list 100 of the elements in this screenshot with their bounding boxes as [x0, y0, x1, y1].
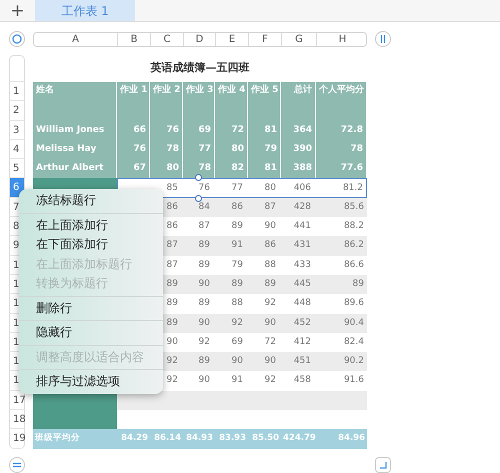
column-header[interactable]: F — [249, 32, 282, 46]
row-number[interactable]: 3 — [9, 120, 25, 140]
table-cell-text: 412 — [292, 336, 312, 349]
row-number[interactable]: 19 — [9, 429, 25, 449]
table-cell: 87 — [248, 198, 281, 218]
table-cell: 428 — [281, 198, 316, 218]
column-header[interactable]: C — [151, 32, 184, 46]
table-cell: 451 — [281, 352, 316, 372]
select-table-icon[interactable] — [9, 31, 25, 47]
column-header[interactable]: A — [34, 32, 118, 46]
table-cell-text: 89 — [166, 297, 179, 310]
table-cell: 90 — [248, 352, 281, 372]
row-number[interactable]: 2 — [9, 101, 25, 121]
table-cell-text: 90 — [264, 220, 277, 234]
table-cell: 个人平均分 — [316, 82, 367, 102]
table-cell: 78 — [316, 140, 367, 160]
add-sheet-button[interactable]: + — [0, 0, 35, 21]
table-cell-text: 92 — [198, 336, 211, 349]
table-cell: 84.29 — [117, 429, 150, 449]
table-cell: 72.8 — [316, 120, 367, 140]
table-cell: 84.96 — [316, 429, 367, 449]
table-cell-text: 448 — [292, 297, 312, 310]
table-cell-text: 89 — [198, 258, 211, 272]
table-cell: 81 — [248, 159, 281, 178]
menu-item[interactable]: 删除行 — [19, 298, 163, 318]
table-cell-text: 90 — [166, 336, 179, 349]
table-cell: 84.93 — [183, 429, 215, 449]
column-header[interactable]: G — [282, 32, 317, 46]
table-cell: 89 — [183, 352, 215, 372]
table-cell: 姓名 — [33, 82, 117, 102]
selection-handle[interactable] — [195, 174, 202, 182]
table-cell: 89 — [316, 274, 367, 294]
table-cell-text: 87 — [198, 220, 211, 234]
table-cell: 作业 3 — [183, 82, 215, 102]
row-number-cell — [9, 55, 25, 82]
table-cell: 431 — [281, 236, 316, 256]
table-cell: 90 — [183, 314, 215, 333]
table-cell: 89 — [248, 274, 281, 294]
table-cell: 388 — [281, 159, 316, 178]
resize-icon[interactable] — [375, 456, 391, 473]
table-cell-text: 89 — [230, 220, 244, 234]
table-cell: 76 — [150, 120, 183, 140]
table-cell: 92 — [215, 314, 248, 333]
table-cell: 77.6 — [316, 159, 367, 178]
table-cell-text: 441 — [292, 220, 312, 234]
column-header[interactable]: H — [317, 32, 368, 46]
table-cell-text: 92 — [264, 297, 277, 310]
table-cell-text: 82.4 — [342, 336, 365, 349]
table-cell: 89 — [215, 274, 248, 294]
column-header[interactable]: D — [184, 32, 216, 46]
table-cell: 90 — [183, 274, 215, 294]
table-title: 英语成绩簿—五四班 — [150, 60, 250, 76]
table-cell-text: 86.6 — [342, 258, 365, 272]
table-cell-text: 433 — [292, 258, 312, 272]
table-cell: 90 — [248, 314, 281, 333]
table-cell: 作业 5 — [248, 82, 281, 102]
row-number[interactable]: 18 — [9, 410, 25, 430]
table-cell-text: 92 — [264, 374, 277, 388]
table-cell: 364 — [281, 120, 316, 140]
selection-handle[interactable] — [195, 194, 202, 202]
menu-item[interactable]: 排序与过滤选项 — [19, 372, 163, 392]
table-cell-text: 72 — [264, 336, 277, 349]
table-cell: 90.4 — [316, 314, 367, 333]
row-number[interactable]: 17 — [9, 390, 25, 410]
table-cell-text: 88.2 — [342, 220, 365, 234]
row-number[interactable]: 1 — [9, 82, 25, 102]
table-cell: 67 — [117, 159, 150, 178]
table-cell-text: 90 — [198, 374, 211, 388]
table-cell: 452 — [281, 314, 316, 333]
table-cell: 作业 1 — [117, 82, 150, 102]
add-column-icon[interactable] — [375, 31, 391, 47]
table-cell: 77 — [183, 140, 215, 160]
table-cell-text: 458 — [292, 374, 312, 388]
table-cell: 86.2 — [316, 236, 367, 256]
table-cell: 82 — [215, 159, 248, 178]
table-cell-text: 92 — [166, 374, 179, 388]
table-cell: 总计 — [281, 82, 316, 102]
table-cell: 72 — [215, 120, 248, 140]
row-options-icon[interactable] — [9, 456, 25, 473]
table-cell: 78 — [150, 140, 183, 160]
table-cell: 90.2 — [316, 352, 367, 372]
table-cell: 79 — [248, 140, 281, 160]
table-cell: 85.6 — [316, 198, 367, 218]
row-number[interactable]: 4 — [9, 140, 25, 160]
table-cell: 80 — [215, 140, 248, 160]
table-cell: William Jones — [33, 120, 117, 140]
menu-item[interactable]: 隐藏行 — [19, 323, 163, 342]
table-cell-text: 69 — [230, 336, 244, 349]
table-cell: 66 — [117, 120, 150, 140]
table-cell: 445 — [281, 274, 316, 294]
table-cell-text: 79 — [230, 258, 244, 272]
table-cell: 69 — [183, 120, 215, 140]
table-cell: 86 — [215, 198, 248, 218]
table-cell: 91 — [215, 236, 248, 256]
table-cell: 80 — [150, 159, 183, 178]
column-header[interactable]: E — [216, 32, 249, 46]
column-header[interactable]: B — [118, 32, 151, 46]
row-number[interactable]: 5 — [9, 159, 25, 178]
table-cell: 84 — [183, 198, 215, 218]
table-cell-text: 88 — [264, 258, 277, 272]
